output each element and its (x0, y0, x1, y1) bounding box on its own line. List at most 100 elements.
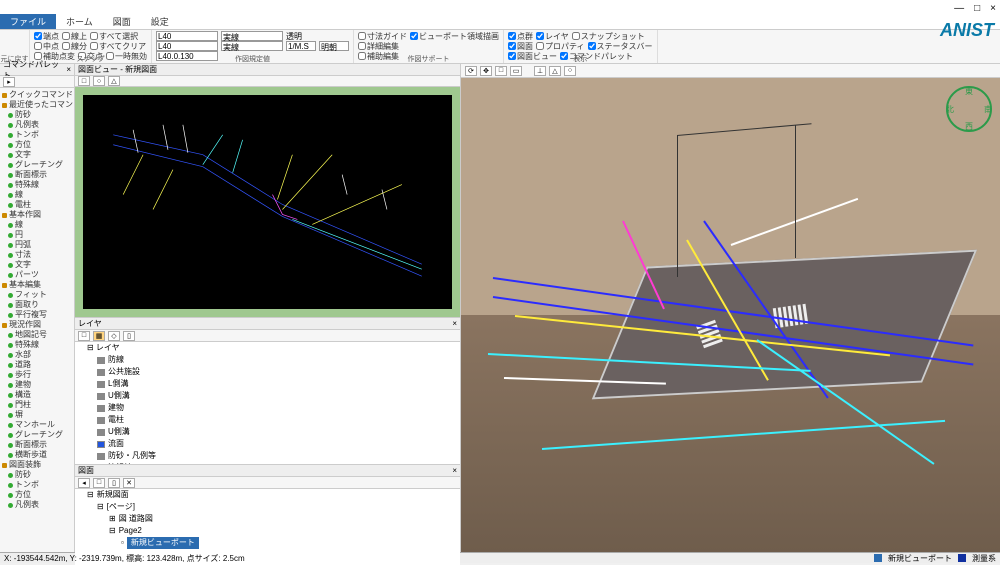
tree-item[interactable]: 地図記号 (2, 330, 72, 340)
drawing-tool[interactable]: □ (93, 478, 105, 488)
close-button[interactable]: × (990, 3, 996, 14)
layer-row[interactable]: U側溝 (75, 426, 460, 438)
tree-item[interactable]: 面取り (2, 300, 72, 310)
tree-item[interactable]: 円弧 (2, 240, 72, 250)
tree-item[interactable]: 方位 (2, 140, 72, 150)
tree-item[interactable]: 電柱 (2, 200, 72, 210)
drawing-pages[interactable]: ⊟ [ページ] (75, 501, 460, 513)
tree-item[interactable]: 特殊線 (2, 180, 72, 190)
tree-item[interactable]: 水部 (2, 350, 72, 360)
tree-item[interactable]: グレーチング (2, 160, 72, 170)
tree-item[interactable]: 図面装飾 (2, 460, 72, 470)
drawing-tool[interactable]: ◂ (78, 478, 90, 488)
tool-btn[interactable]: ▸ (3, 77, 15, 87)
font[interactable]: 明朝 (319, 41, 349, 51)
layer-tool[interactable]: ◇ (108, 331, 120, 341)
tree-item[interactable]: 防砂 (2, 470, 72, 480)
tree-item[interactable]: 文字 (2, 150, 72, 160)
view3d-canvas[interactable]: 東 南 西 北 (461, 78, 1000, 552)
drawings-close-icon[interactable]: × (452, 466, 457, 475)
tree-item[interactable]: 塀 (2, 410, 72, 420)
tree-item[interactable]: 横断歩道 (2, 450, 72, 460)
app-logo: ANIST (940, 20, 994, 41)
tree-item[interactable]: 構造 (2, 390, 72, 400)
min-button[interactable]: — (954, 3, 964, 14)
support-group-label: 作図サポート (354, 54, 503, 64)
linestyle1[interactable]: 実線 (221, 31, 283, 41)
tab-file[interactable]: ファイル (0, 14, 56, 29)
v2d-tool[interactable]: □ (78, 76, 90, 86)
tree-item[interactable]: 線 (2, 190, 72, 200)
linetype1[interactable]: L40 (156, 31, 218, 41)
chk-vparea[interactable]: ビューポート領域描画 (410, 31, 499, 42)
layer-row[interactable]: 建物 (75, 402, 460, 414)
tree-item[interactable]: 方位 (2, 490, 72, 500)
tree-item[interactable]: フィット (2, 290, 72, 300)
tab-settings[interactable]: 設定 (141, 14, 179, 29)
tree-item[interactable]: 建物 (2, 380, 72, 390)
tab-draw[interactable]: 図面 (103, 14, 141, 29)
linestyle2[interactable]: 実線 (221, 41, 283, 51)
layer-row[interactable]: 防線 (75, 354, 460, 366)
tree-item[interactable]: 歩行 (2, 370, 72, 380)
tab-home[interactable]: ホーム (56, 14, 103, 29)
tree-item[interactable]: 寸法 (2, 250, 72, 260)
tree-item[interactable]: クイックコマンド (2, 90, 72, 100)
linetype2[interactable]: L40 (156, 41, 218, 51)
tree-item[interactable]: 円 (2, 230, 72, 240)
v3d-tool[interactable]: □ (495, 66, 507, 76)
v2d-tool[interactable]: ○ (93, 76, 105, 86)
v3d-tool[interactable]: ✥ (480, 66, 492, 76)
view2d-canvas[interactable] (75, 87, 460, 317)
tree-item[interactable]: 特殊線 (2, 340, 72, 350)
v3d-tool[interactable]: ⟳ (465, 66, 477, 76)
drawing-page2[interactable]: ⊟ Page2 (75, 525, 460, 537)
tree-item[interactable]: 防砂 (2, 110, 72, 120)
v3d-tool[interactable]: ▭ (510, 66, 522, 76)
tree-item[interactable]: 門柱 (2, 400, 72, 410)
layer-row[interactable]: U側溝 (75, 390, 460, 402)
drawing-tool[interactable]: ▯ (108, 478, 120, 488)
scale[interactable]: 1/M.S (286, 41, 316, 51)
compass[interactable]: 東 南 西 北 (946, 86, 992, 132)
tree-item[interactable]: 文字 (2, 260, 72, 270)
v3d-tool[interactable]: ⊥ (534, 66, 546, 76)
v3d-tool[interactable]: △ (549, 66, 561, 76)
tree-item[interactable]: パーツ (2, 270, 72, 280)
layers-close-icon[interactable]: × (452, 319, 457, 328)
v3d-tool[interactable]: ○ (564, 66, 576, 76)
tree-item[interactable]: グレーチング (2, 430, 72, 440)
layer-row[interactable]: 電柱 (75, 414, 460, 426)
max-button[interactable]: □ (974, 3, 980, 14)
drawing-tool[interactable]: ✕ (123, 478, 135, 488)
layer-root[interactable]: ⊟ レイヤ (75, 342, 460, 354)
tree-item[interactable]: 道路 (2, 360, 72, 370)
tree-item[interactable]: 凡例表 (2, 120, 72, 130)
tree-item[interactable]: 基本作図 (2, 210, 72, 220)
tree-item[interactable]: 断面標示 (2, 170, 72, 180)
drawing-root[interactable]: ⊟ 新規図面 (75, 489, 460, 501)
layer-tool[interactable]: ▯ (123, 331, 135, 341)
layer-row[interactable]: 公共施設 (75, 366, 460, 378)
tree-item[interactable]: 平行複写 (2, 310, 72, 320)
layer-tool[interactable]: □ (78, 331, 90, 341)
tree-item[interactable]: トンボ (2, 480, 72, 490)
tree-item[interactable]: 最近使ったコマンド (2, 100, 72, 110)
tree-item[interactable]: 断面標示 (2, 440, 72, 450)
tree-item[interactable]: トンボ (2, 130, 72, 140)
v2d-tool[interactable]: △ (108, 76, 120, 86)
legend-vp-swatch (874, 554, 882, 562)
tree-item[interactable]: マンホール (2, 420, 72, 430)
tree-item[interactable]: 基本編集 (2, 280, 72, 290)
tree-item[interactable]: 現況作図 (2, 320, 72, 330)
layer-row[interactable]: 防砂・凡例等 (75, 450, 460, 462)
drawing-viewport[interactable]: ▫ 新規ビューポート (75, 537, 460, 549)
tree-item[interactable]: 凡例表 (2, 500, 72, 510)
cmdpanel-close-icon[interactable]: × (66, 65, 71, 74)
layer-row[interactable]: 流面 (75, 438, 460, 450)
status-coords: X: -193544.542m, Y: -2319.739m, 標高: 123.… (4, 553, 245, 564)
tree-item[interactable]: 線 (2, 220, 72, 230)
layer-tool[interactable]: ▦ (93, 331, 105, 341)
drawing-page1[interactable]: ⊞ 図 道路図 (75, 513, 460, 525)
layer-row[interactable]: L側溝 (75, 378, 460, 390)
